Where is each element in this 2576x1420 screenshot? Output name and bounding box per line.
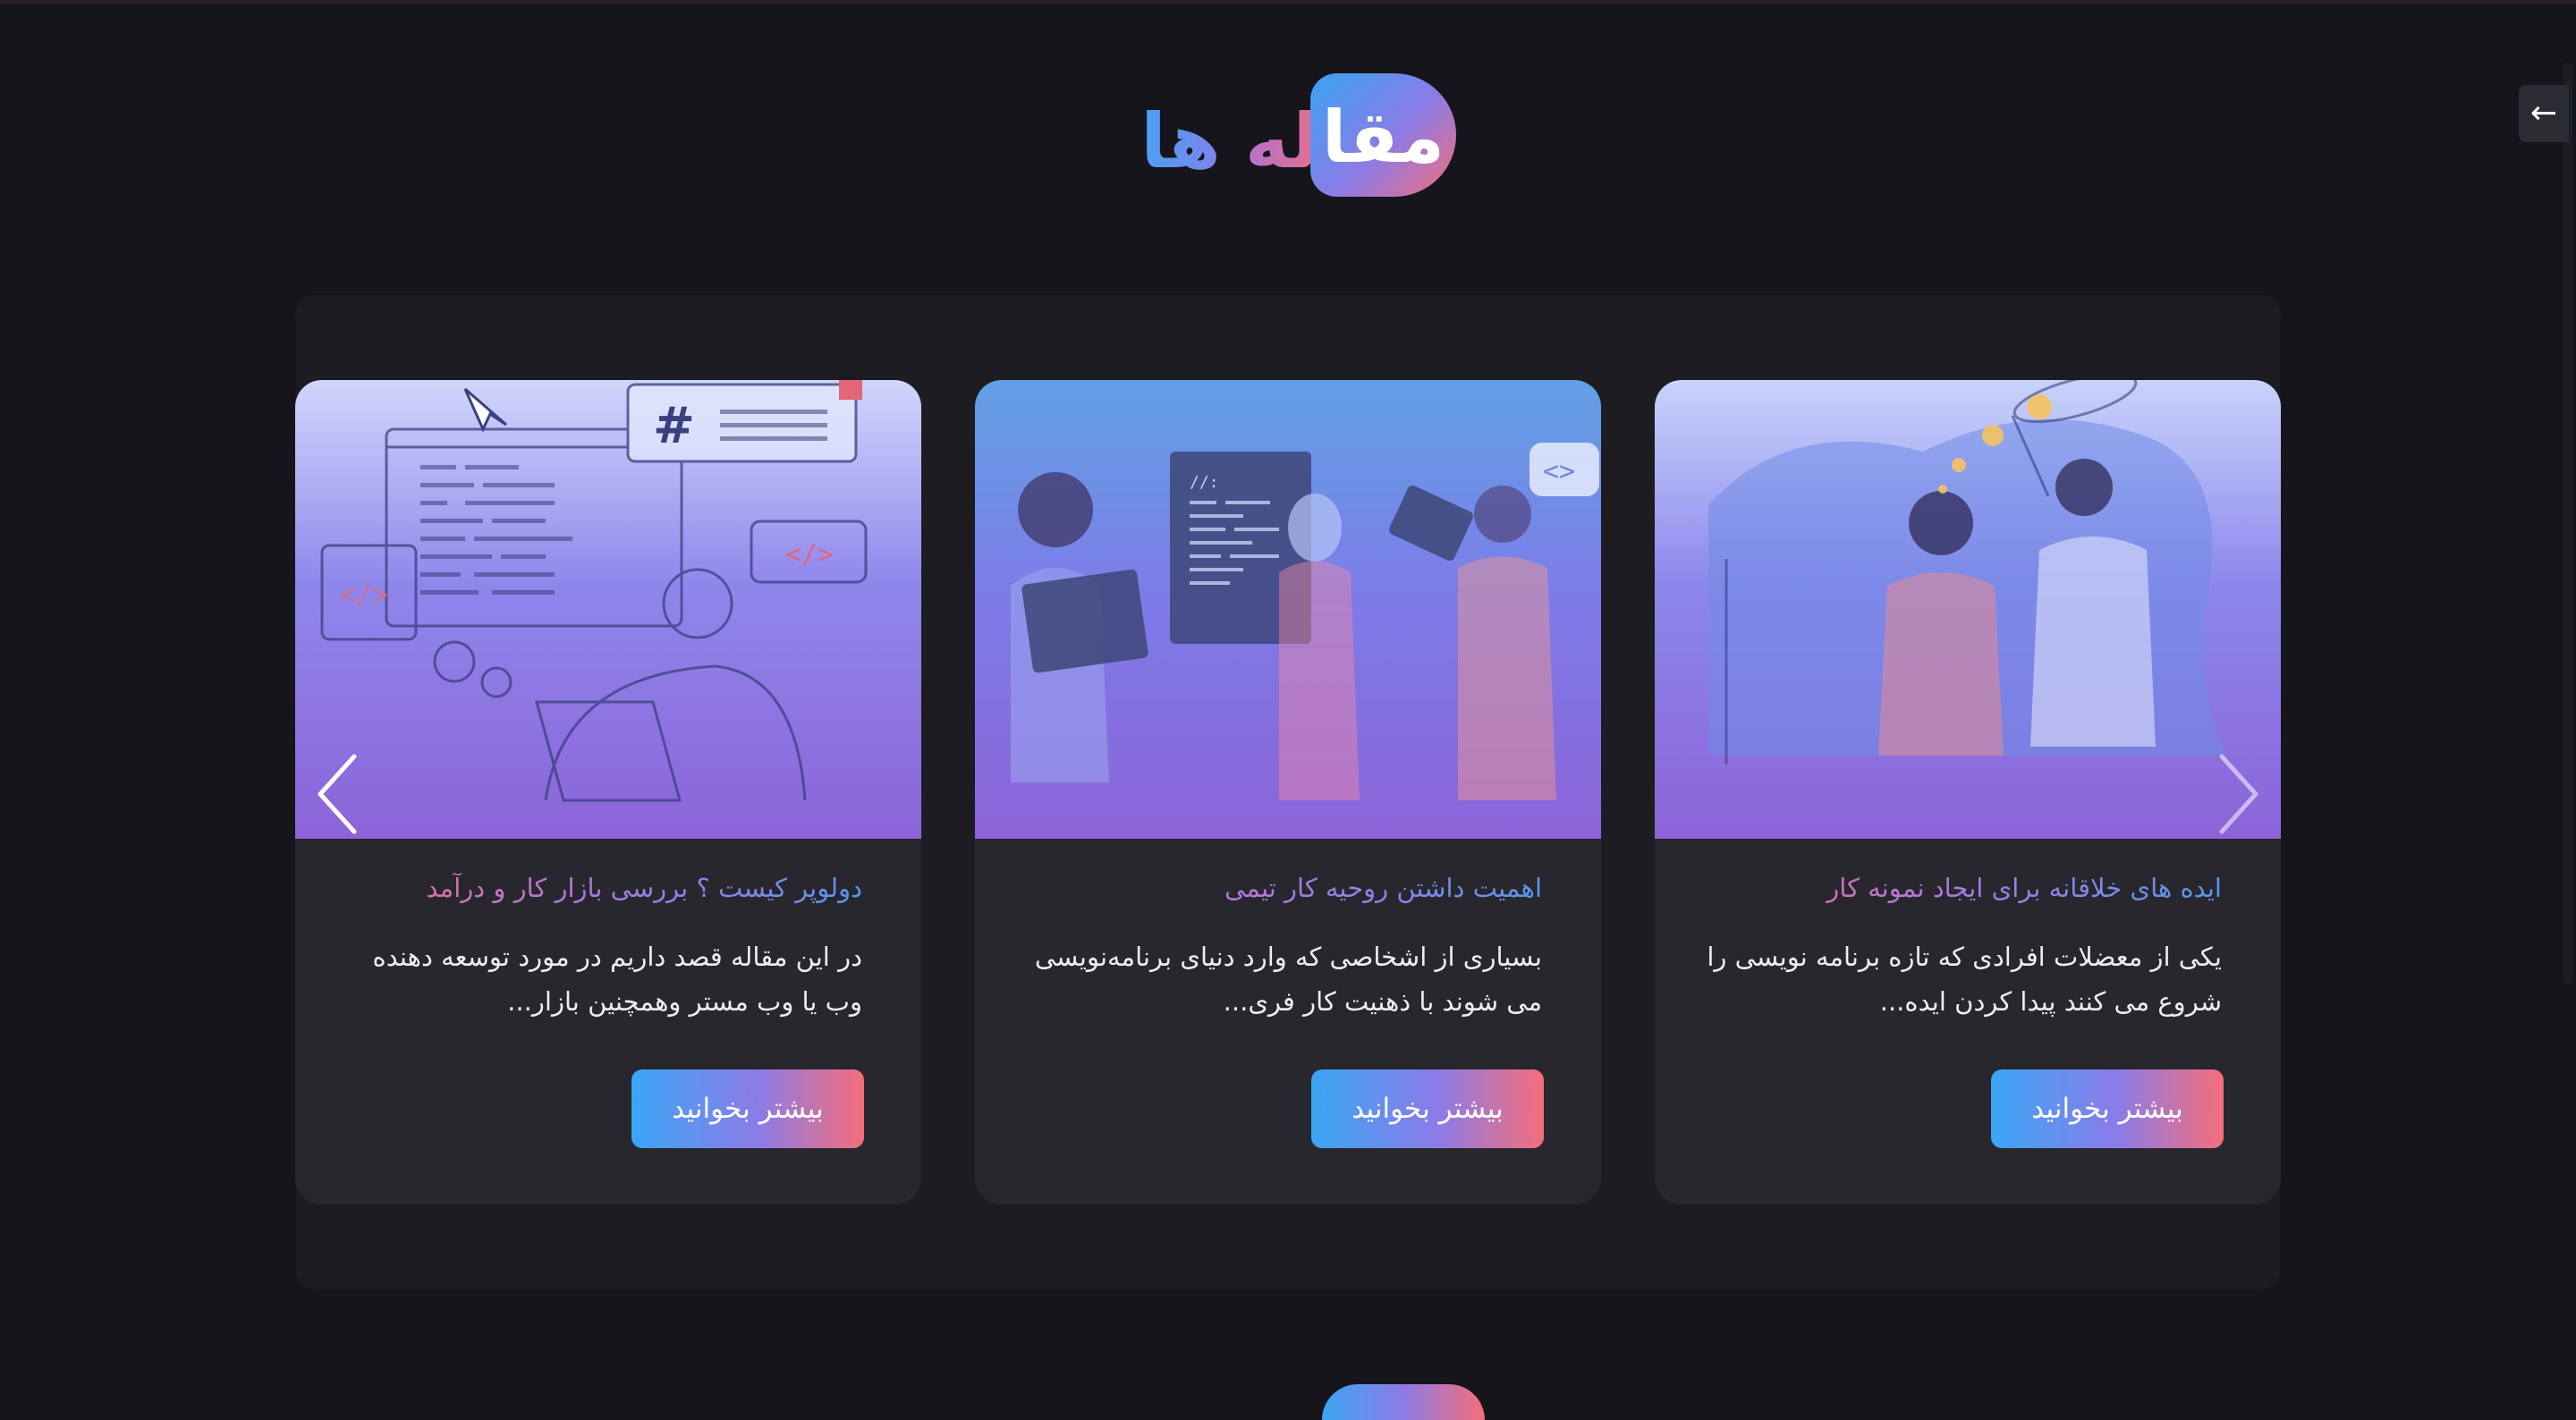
svg-text://:: //: <box>1190 473 1219 492</box>
side-toggle-button[interactable]: ← <box>2519 85 2569 142</box>
article-excerpt: بسیاری از اشخاصی که وارد دنیای برنامه‌نو… <box>1034 942 1542 1017</box>
article-card: # </> </> دولوپر کیست ؟ بررسی بازار کار … <box>295 380 921 1204</box>
article-title[interactable]: اهمیت داشتن روحیه کار تیمی <box>1011 867 1542 909</box>
article-excerpt: در این مقاله قصد داریم در مورد توسعه دهن… <box>372 942 863 1017</box>
article-image-developer[interactable]: # </> </> <box>295 380 921 839</box>
svg-text:</>: </> <box>785 539 834 571</box>
read-more-button[interactable]: بیشتر بخوانید <box>631 1069 864 1148</box>
article-card: ایده های خلاقانه برای ایجاد نمونه کار یک… <box>1655 380 2281 1204</box>
slider-prev-button[interactable] <box>315 751 360 837</box>
svg-text:</>: </> <box>340 579 388 611</box>
article-image-ideas[interactable] <box>1655 380 2281 839</box>
top-bar <box>0 0 2576 4</box>
chevron-right-icon <box>2219 754 2258 834</box>
slider-next-button[interactable] <box>2216 751 2261 837</box>
next-section-badge <box>1322 1384 1485 1420</box>
article-excerpt: یکی از معضلات افرادی که تازه برنامه نویس… <box>1707 942 2222 1017</box>
article-title[interactable]: دولوپر کیست ؟ بررسی بازار کار و درآمد <box>331 867 862 909</box>
read-more-button[interactable]: بیشتر بخوانید <box>1311 1069 1544 1148</box>
article-card: //: <> اهمیت داشتن روحیه کار تیمی بسیاری… <box>975 380 1601 1204</box>
read-more-button[interactable]: بیشتر بخوانید <box>1991 1069 2224 1148</box>
chevron-left-icon <box>318 754 357 834</box>
section-title: ها له مقا <box>1118 73 1458 202</box>
svg-text:#: # <box>653 397 695 455</box>
article-title[interactable]: ایده های خلاقانه برای ایجاد نمونه کار <box>1690 867 2222 909</box>
svg-text:<>: <> <box>1543 456 1575 487</box>
title-part-1: مقا <box>1321 96 1445 179</box>
article-image-teamwork[interactable]: //: <> <box>975 380 1601 839</box>
scrollbar[interactable] <box>2563 63 2572 984</box>
arrow-left-icon: ← <box>2529 95 2558 131</box>
